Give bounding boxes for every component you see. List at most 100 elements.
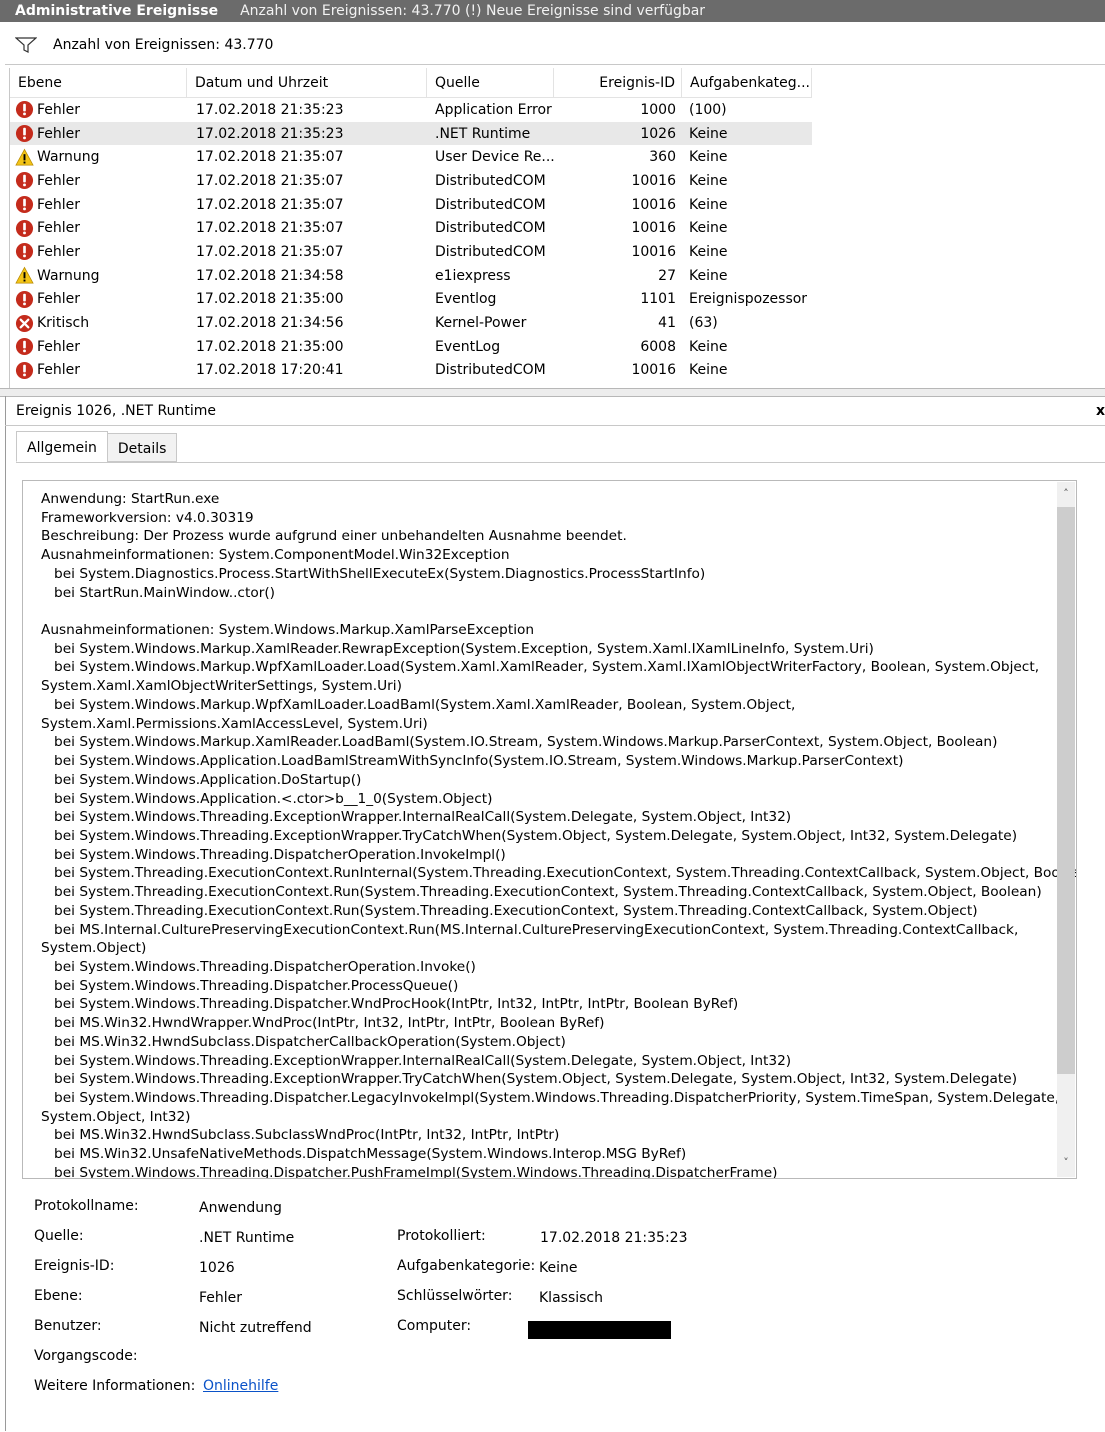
column-header-level[interactable]: Ebene	[10, 68, 187, 97]
event-id: 10016	[631, 243, 676, 260]
tab-allgemein[interactable]: Allgemein	[16, 431, 108, 462]
event-level-label: Fehler	[37, 101, 81, 118]
event-source: .NET Runtime	[435, 125, 531, 142]
ebene-label: Ebene:	[34, 1288, 83, 1304]
event-row[interactable]: Fehler 17.02.2018 21:35:07 DistributedCOM 1…	[10, 169, 1105, 193]
event-category: Keine	[689, 220, 728, 237]
event-id: 1000	[640, 101, 676, 118]
event-category: (100)	[689, 101, 727, 118]
event-source: Application Error	[435, 101, 552, 118]
event-level-label: Fehler	[37, 291, 81, 308]
column-header-source[interactable]: Quelle	[427, 68, 554, 97]
event-date: 17.02.2018 21:35:07	[196, 149, 344, 166]
event-row[interactable]: Fehler 17.02.2018 17:20:41 DistributedCOM 1…	[10, 359, 1105, 383]
event-list: Ebene Datum und Uhrzeit Quelle Ereignis-…	[9, 68, 1105, 388]
event-row[interactable]: Warnung 17.02.2018 21:35:07 User Device Re…	[10, 145, 1105, 169]
section-title: Administrative Ereignisse	[15, 3, 219, 19]
error-icon	[15, 124, 34, 143]
event-row[interactable]: Fehler 17.02.2018 21:35:07 DistributedCOM 1…	[10, 193, 1105, 217]
event-level: Kritisch	[10, 314, 187, 333]
event-date: 17.02.2018 21:35:07	[196, 243, 344, 260]
event-category: Keine	[689, 338, 728, 355]
event-level: Fehler	[10, 195, 187, 214]
event-category: Keine	[689, 267, 728, 284]
schluesselwoerter-value: Klassisch	[539, 1290, 603, 1306]
event-level-label: Fehler	[37, 196, 81, 213]
error-icon	[15, 337, 34, 356]
event-level-label: Kritisch	[37, 315, 90, 332]
column-header-category[interactable]: Aufgabenkateg...	[682, 68, 812, 97]
event-category: Keine	[689, 362, 728, 379]
event-level: Fehler	[10, 124, 187, 143]
event-date: 17.02.2018 21:35:00	[196, 291, 344, 308]
error-icon	[15, 219, 34, 238]
detail-tabs: Allgemein Details	[16, 431, 178, 463]
scroll-down-icon[interactable]: ˅	[1060, 1157, 1072, 1169]
event-source: e1iexpress	[435, 267, 511, 284]
computer-value-redacted	[528, 1321, 671, 1339]
event-date: 17.02.2018 21:34:56	[196, 315, 344, 332]
event-level-label: Fehler	[37, 220, 81, 237]
event-id: 10016	[631, 362, 676, 379]
event-level: Warnung	[10, 266, 187, 285]
computer-label: Computer:	[397, 1318, 472, 1334]
benutzer-value: Nicht zutreffend	[199, 1320, 312, 1336]
event-date: 17.02.2018 21:35:00	[196, 338, 344, 355]
event-id: 1101	[640, 291, 676, 308]
event-level-label: Fehler	[37, 338, 81, 355]
benutzer-label: Benutzer:	[34, 1318, 102, 1334]
event-level: Fehler	[10, 290, 187, 309]
event-category: Keine	[689, 125, 728, 142]
event-source: Kernel-Power	[435, 315, 527, 332]
event-level: Fehler	[10, 242, 187, 261]
event-row[interactable]: Warnung 17.02.2018 21:34:58 e1iexpress 27 Ke…	[10, 264, 1105, 288]
protokollname-value: Anwendung	[199, 1200, 282, 1216]
error-icon	[15, 195, 34, 214]
event-level-label: Fehler	[37, 172, 81, 189]
event-row[interactable]: Fehler 17.02.2018 21:35:23 Application Err…	[10, 98, 1105, 122]
event-level: Fehler	[10, 337, 187, 356]
quelle-label: Quelle:	[34, 1228, 84, 1244]
event-category: Keine	[689, 196, 728, 213]
event-message-textbox[interactable]: Anwendung: StartRun.exe Frameworkversion…	[22, 480, 1077, 1179]
event-source: DistributedCOM	[435, 172, 546, 189]
event-source: DistributedCOM	[435, 362, 546, 379]
event-source: Eventlog	[435, 291, 497, 308]
event-category: Keine	[689, 243, 728, 260]
warning-icon	[15, 266, 34, 285]
event-row[interactable]: Fehler 17.02.2018 21:35:00 EventLog 6008 Kei…	[10, 335, 1105, 359]
scroll-up-icon[interactable]: ˄	[1060, 488, 1072, 500]
close-icon[interactable]: x	[1096, 396, 1105, 426]
event-id: 41	[658, 315, 676, 332]
event-row[interactable]: Fehler 17.02.2018 21:35:00 Eventlog 1101 Ere…	[10, 288, 1105, 312]
scroll-thumb[interactable]	[1057, 507, 1075, 1074]
event-level: Fehler	[10, 219, 187, 238]
event-row[interactable]: Fehler 17.02.2018 21:35:07 DistributedCOM 1…	[10, 240, 1105, 264]
detail-title: Ereignis 1026, .NET Runtime	[16, 403, 216, 419]
event-level-label: Fehler	[37, 243, 81, 260]
event-row[interactable]: Fehler 17.02.2018 21:35:07 DistributedCOM 1…	[10, 216, 1105, 240]
event-source: EventLog	[435, 338, 501, 355]
message-scrollbar[interactable]: ˄ ˅	[1057, 482, 1075, 1177]
event-id: 1026	[640, 125, 676, 142]
event-source: DistributedCOM	[435, 243, 546, 260]
filter-bar: Anzahl von Ereignissen: 43.770	[5, 26, 1105, 65]
critical-icon	[15, 314, 34, 333]
event-level-label: Warnung	[37, 267, 100, 284]
tab-details[interactable]: Details	[106, 433, 178, 462]
event-date: 17.02.2018 21:35:23	[196, 125, 344, 142]
event-row[interactable]: Kritisch 17.02.2018 21:34:56 Kernel-Power 4…	[10, 311, 1105, 335]
onlinehilfe-link[interactable]: Onlinehilfe	[203, 1378, 278, 1394]
event-category: Keine	[689, 172, 728, 189]
detail-header: Ereignis 1026, .NET Runtime x	[5, 396, 1105, 426]
column-header-date[interactable]: Datum und Uhrzeit	[187, 68, 427, 97]
aufgabenkategorie-value: Keine	[539, 1260, 578, 1276]
error-icon	[15, 242, 34, 261]
error-icon	[15, 290, 34, 309]
column-header-event-id[interactable]: Ereignis-ID	[554, 68, 682, 97]
filter-icon[interactable]	[15, 37, 37, 53]
event-level: Fehler	[10, 171, 187, 190]
event-count-status: Anzahl von Ereignissen: 43.770 (!) Neue …	[240, 3, 706, 19]
event-id: 10016	[631, 220, 676, 237]
event-row[interactable]: Fehler 17.02.2018 21:35:23 .NET Runtime 102…	[10, 121, 812, 146]
